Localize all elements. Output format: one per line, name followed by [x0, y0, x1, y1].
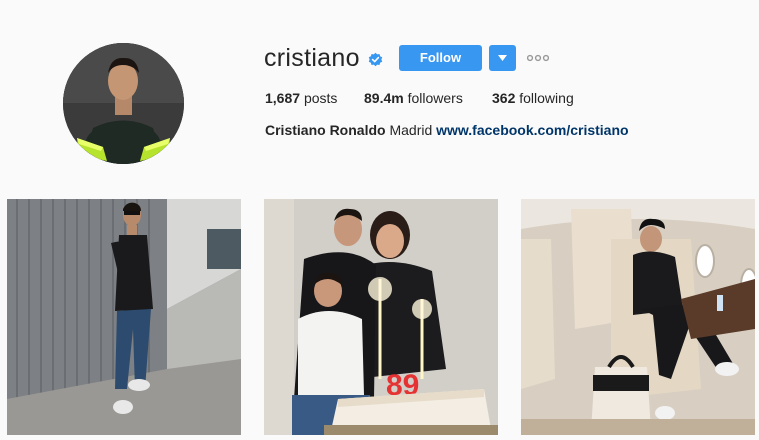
following-count-stat[interactable]: 362 following	[492, 90, 574, 106]
following-count: 362	[492, 90, 516, 106]
followers-label: followers	[407, 90, 463, 106]
following-label: following	[519, 90, 574, 106]
suggestions-dropdown-button[interactable]	[489, 45, 516, 71]
follow-button[interactable]: Follow	[399, 45, 482, 71]
profile-bio-text: Madrid	[389, 122, 433, 138]
verified-badge-icon	[368, 52, 383, 67]
more-options-button[interactable]	[526, 51, 550, 65]
profile-website-link[interactable]: www.facebook.com/cristiano	[436, 122, 628, 138]
post-photo-1[interactable]	[7, 199, 241, 435]
posts-label: posts	[303, 90, 338, 106]
profile-bio: Cristiano Ronaldo Madrid www.facebook.co…	[265, 122, 629, 138]
posts-count: 1,687	[265, 90, 301, 106]
more-options-icon	[526, 54, 550, 62]
profile-username: cristiano	[264, 44, 360, 72]
profile-full-name: Cristiano Ronaldo	[265, 122, 386, 138]
post-photo-3[interactable]	[521, 199, 755, 435]
chevron-down-icon	[498, 55, 507, 61]
followers-count-stat[interactable]: 89.4m followers	[364, 90, 463, 106]
followers-count: 89.4m	[364, 90, 404, 106]
post-photo-2[interactable]: 89	[264, 199, 498, 435]
profile-avatar[interactable]	[63, 43, 184, 164]
posts-count-stat: 1,687 posts	[265, 90, 337, 106]
